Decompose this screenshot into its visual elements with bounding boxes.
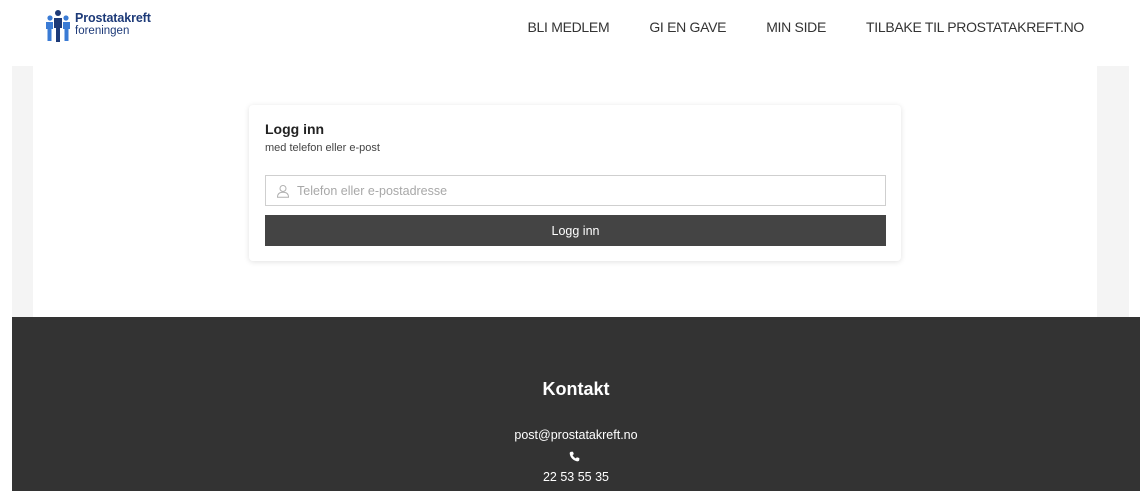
phone-icon — [569, 451, 580, 462]
logo-text: Prostatakreft foreningen — [75, 9, 151, 38]
login-button[interactable]: Logg inn — [265, 215, 886, 246]
nav-bli-medlem[interactable]: BLI MEDLEM — [528, 19, 610, 35]
footer-email-link[interactable]: post@prostatakreft.no — [12, 428, 1140, 442]
login-input-wrapper — [265, 175, 886, 206]
site-logo[interactable]: Prostatakreft foreningen — [45, 9, 151, 43]
login-title: Logg inn — [265, 121, 325, 137]
logo-tagline: foreningen — [75, 25, 130, 37]
site-header: Prostatakreft foreningen BLI MEDLEM GI E… — [0, 0, 1140, 66]
phone-or-email-input[interactable] — [297, 177, 877, 204]
nav-gi-en-gave[interactable]: GI EN GAVE — [649, 19, 726, 35]
login-card: Logg inn med telefon eller e-post Logg i… — [249, 105, 901, 261]
main-nav: BLI MEDLEM GI EN GAVE MIN SIDE TILBAKE T… — [488, 19, 1085, 35]
user-icon — [276, 184, 290, 198]
site-footer: Kontakt post@prostatakreft.no 22 53 55 3… — [12, 317, 1140, 491]
people-group-icon — [46, 10, 70, 42]
nav-min-side[interactable]: MIN SIDE — [766, 19, 826, 35]
login-subtitle: med telefon eller e-post — [265, 142, 380, 154]
nav-tilbake[interactable]: TILBAKE TIL PROSTATAKREFT.NO — [866, 19, 1084, 35]
footer-phone-link[interactable]: 22 53 55 35 — [12, 470, 1140, 484]
footer-title: Kontakt — [542, 379, 610, 399]
logo-name: Prostatakreft — [75, 11, 151, 25]
